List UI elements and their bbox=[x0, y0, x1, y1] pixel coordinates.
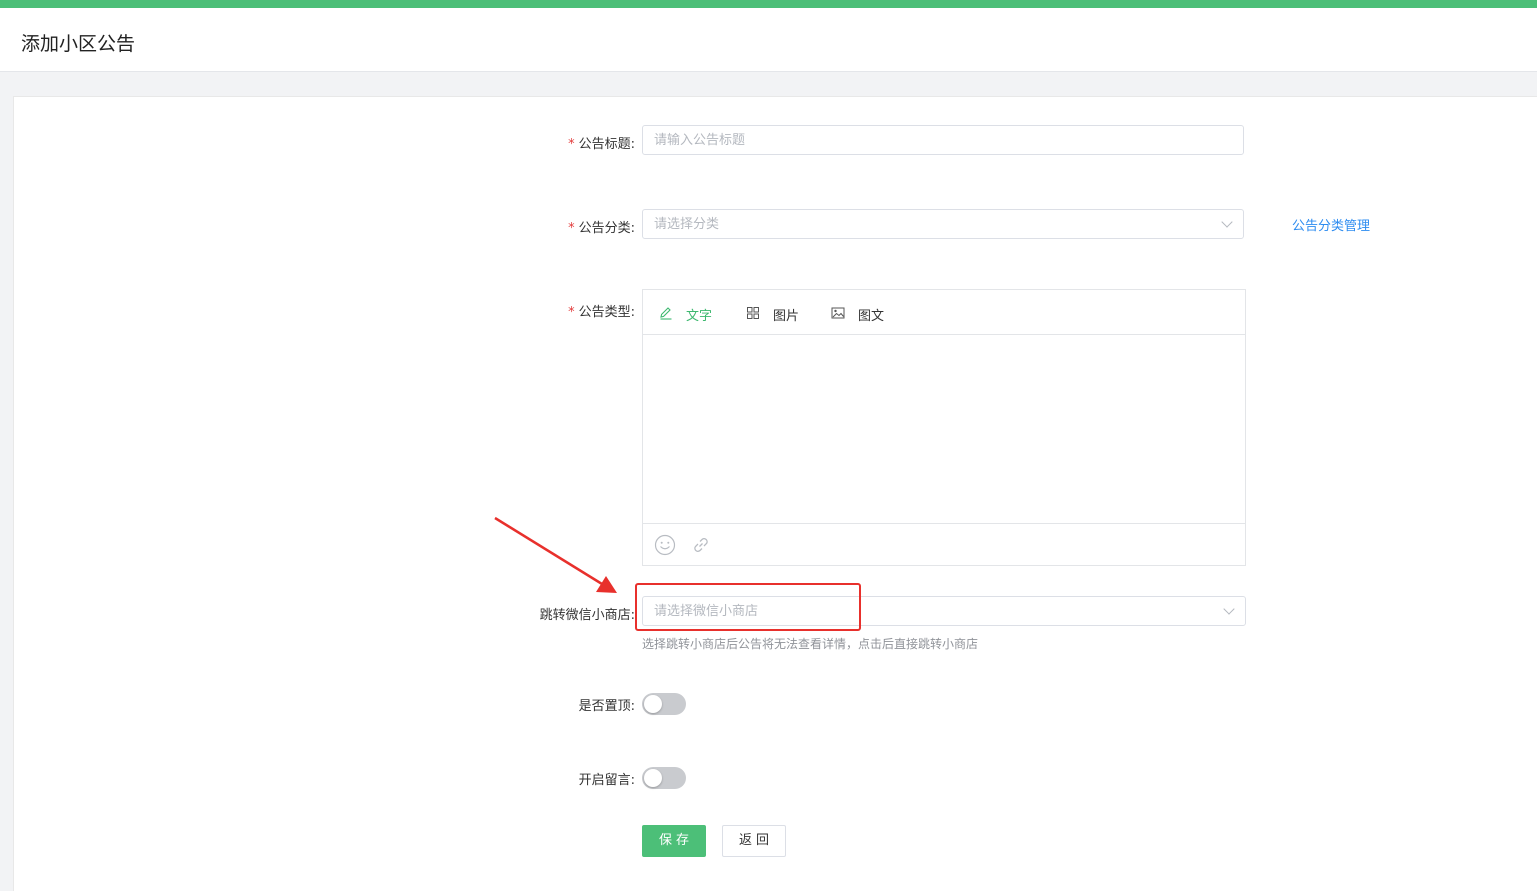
title-label: * 公告标题: bbox=[568, 137, 635, 152]
chevron-down-icon bbox=[1223, 603, 1235, 615]
required-mark: * bbox=[568, 221, 575, 236]
chevron-down-icon bbox=[1221, 216, 1233, 228]
toggle-knob bbox=[644, 769, 662, 787]
editor-tab-bar: 文字 图片 图文 bbox=[643, 290, 1245, 335]
comments-toggle[interactable] bbox=[642, 767, 686, 789]
back-button[interactable]: 返回 bbox=[722, 825, 786, 857]
type-label: * 公告类型: bbox=[568, 305, 635, 320]
required-mark: * bbox=[568, 305, 575, 320]
image-icon bbox=[831, 307, 845, 319]
pin-toggle[interactable] bbox=[642, 693, 686, 715]
emoji-icon[interactable] bbox=[654, 534, 676, 556]
title-field[interactable] bbox=[642, 125, 1244, 155]
editor-footer bbox=[643, 523, 1245, 566]
editor-textarea[interactable] bbox=[643, 335, 1245, 523]
title-input[interactable] bbox=[643, 126, 1214, 154]
link-icon[interactable] bbox=[690, 534, 712, 556]
comments-label: 开启留言: bbox=[578, 773, 635, 788]
category-label: * 公告分类: bbox=[568, 221, 635, 236]
category-manage-link[interactable]: 公告分类管理 bbox=[1292, 215, 1370, 234]
page-header: 添加小区公告 bbox=[0, 8, 1537, 72]
pencil-icon bbox=[660, 307, 672, 320]
shop-select[interactable] bbox=[642, 596, 1246, 626]
required-mark: * bbox=[568, 137, 575, 152]
shop-select-input[interactable] bbox=[643, 597, 1214, 625]
save-button[interactable]: 保存 bbox=[642, 825, 706, 857]
top-accent-bar bbox=[0, 0, 1537, 8]
shop-hint: 选择跳转小商店后公告将无法查看详情，点击后直接跳转小商店 bbox=[642, 637, 979, 651]
content-editor: 文字 图片 图文 bbox=[642, 289, 1246, 566]
toggle-knob bbox=[644, 695, 662, 713]
shop-label: 跳转微信小商店: bbox=[539, 608, 635, 623]
page-title: 添加小区公告 bbox=[21, 33, 136, 55]
grid-icon bbox=[747, 307, 759, 319]
category-select-input[interactable] bbox=[643, 210, 1214, 238]
pin-label: 是否置顶: bbox=[578, 699, 635, 714]
category-select[interactable] bbox=[642, 209, 1244, 239]
